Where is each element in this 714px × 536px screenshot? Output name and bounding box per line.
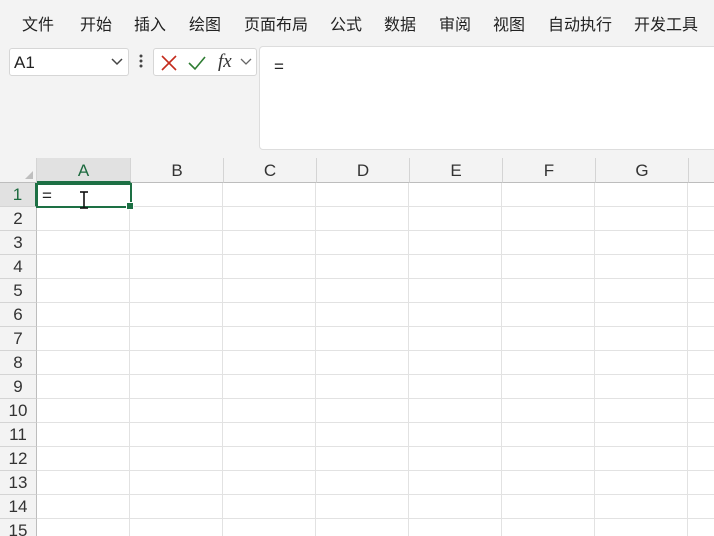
- close-icon[interactable]: [160, 54, 178, 72]
- menu-formulas[interactable]: 公式: [330, 11, 362, 35]
- chevron-down-icon[interactable]: [110, 53, 124, 71]
- row-header-8[interactable]: 8: [0, 351, 37, 375]
- row-header-15[interactable]: 15: [0, 519, 37, 536]
- menu-view[interactable]: 视图: [493, 11, 525, 35]
- select-all-triangle-icon: [25, 171, 33, 179]
- row-header-9[interactable]: 9: [0, 375, 37, 399]
- formula-actions: fx: [153, 48, 257, 76]
- checkmark-icon[interactable]: [187, 54, 207, 72]
- menu-data[interactable]: 数据: [384, 11, 416, 35]
- column-header-b[interactable]: B: [131, 158, 224, 183]
- worksheet-grid: A B C D E F G 1 2 3 4 5 6 7 8 9 10 11 12…: [0, 158, 714, 536]
- spreadsheet-app: 文件 开始 插入 绘图 页面布局 公式 数据 审阅 视图 自动执行 开发工具 A…: [0, 0, 714, 536]
- row-header-11[interactable]: 11: [0, 423, 37, 447]
- menu-home[interactable]: 开始: [80, 11, 112, 35]
- fill-handle[interactable]: [126, 202, 134, 210]
- column-header-h[interactable]: [689, 158, 714, 183]
- name-box-value: A1: [14, 53, 35, 72]
- column-header-g[interactable]: G: [596, 158, 689, 183]
- menu-file[interactable]: 文件: [22, 11, 54, 35]
- row-header-6[interactable]: 6: [0, 303, 37, 327]
- text-cursor-icon: [80, 191, 88, 209]
- row-header-7[interactable]: 7: [0, 327, 37, 351]
- row-header-12[interactable]: 12: [0, 447, 37, 471]
- menu-review[interactable]: 审阅: [439, 11, 471, 35]
- row-header-3[interactable]: 3: [0, 231, 37, 255]
- cell-area[interactable]: [37, 183, 714, 536]
- fx-icon[interactable]: fx: [218, 51, 232, 73]
- formula-content: =: [274, 57, 284, 76]
- row-header-2[interactable]: 2: [0, 207, 37, 231]
- select-all-button[interactable]: [0, 158, 37, 183]
- formula-input[interactable]: =: [259, 46, 714, 150]
- menu-insert[interactable]: 插入: [134, 11, 166, 35]
- row-header-10[interactable]: 10: [0, 399, 37, 423]
- row-header-5[interactable]: 5: [0, 279, 37, 303]
- row-header-1[interactable]: 1: [0, 183, 37, 207]
- row-header-14[interactable]: 14: [0, 495, 37, 519]
- column-header-d[interactable]: D: [317, 158, 410, 183]
- formula-bar: A1 fx =: [0, 42, 714, 158]
- name-box[interactable]: A1: [9, 48, 129, 76]
- menu-page-layout[interactable]: 页面布局: [244, 11, 308, 35]
- menu-developer[interactable]: 开发工具: [634, 11, 698, 35]
- column-header-c[interactable]: C: [224, 158, 317, 183]
- row-header-13[interactable]: 13: [0, 471, 37, 495]
- ribbon-menu-bar: 文件 开始 插入 绘图 页面布局 公式 数据 审阅 视图 自动执行 开发工具: [0, 0, 714, 42]
- chevron-down-icon[interactable]: [240, 56, 252, 68]
- column-header-e[interactable]: E: [410, 158, 503, 183]
- cell-value: =: [42, 186, 52, 205]
- menu-automate[interactable]: 自动执行: [548, 11, 612, 35]
- row-header-4[interactable]: 4: [0, 255, 37, 279]
- column-header-a[interactable]: A: [37, 158, 131, 183]
- vertical-dots-icon[interactable]: [136, 51, 146, 71]
- column-header-f[interactable]: F: [503, 158, 596, 183]
- menu-draw[interactable]: 绘图: [189, 11, 221, 35]
